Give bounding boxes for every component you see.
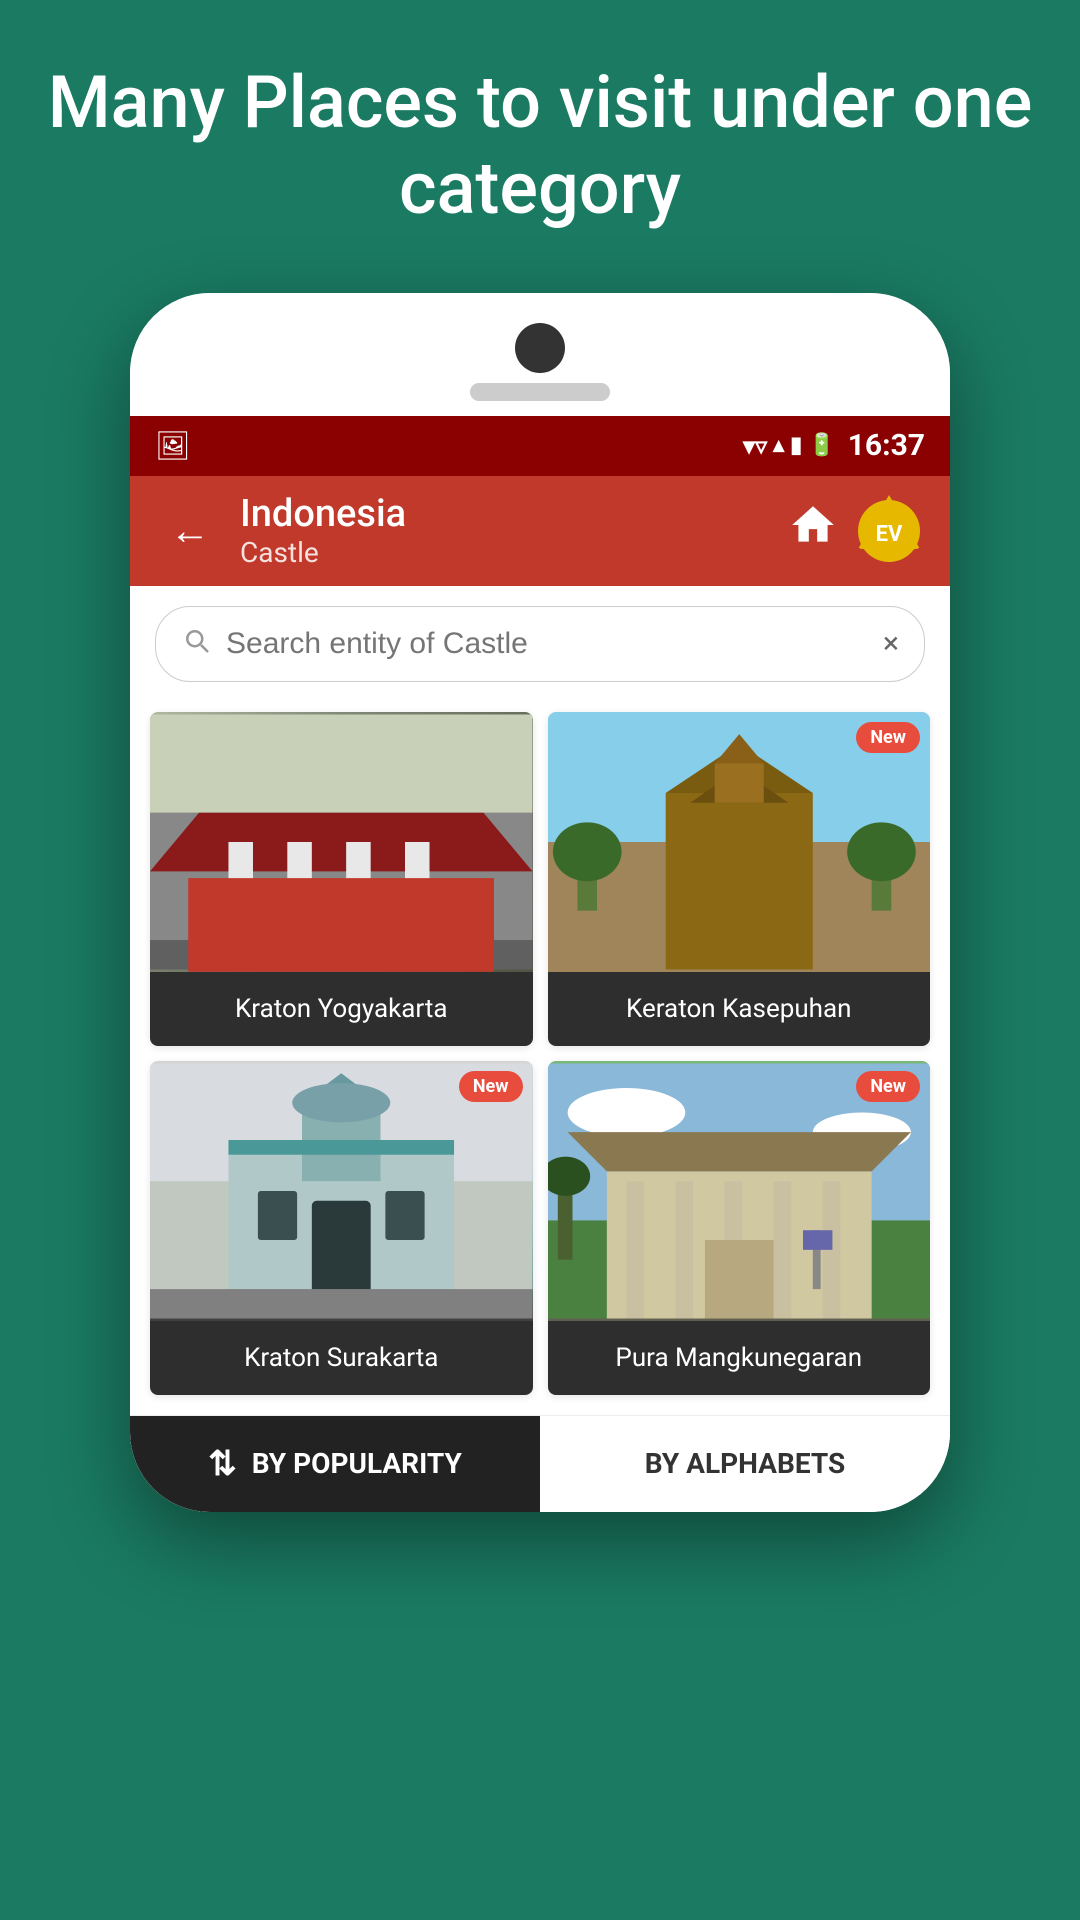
photo-icon: 🖼 <box>155 429 191 462</box>
page-title: Many Places to visit under one category <box>40 60 1040 233</box>
sort-by-popularity-label: BY POPULARITY <box>252 1447 462 1480</box>
signal-bars-icon: ▮ <box>790 433 802 458</box>
place-name-keraton-kasepuhan: Keraton Kasepuhan <box>548 972 931 1046</box>
toolbar-left: ← Indonesia Castle <box>160 492 406 569</box>
search-clear-button[interactable]: × <box>883 626 899 661</box>
places-grid: Kraton Yogyakarta New <box>130 702 950 1415</box>
phone-speaker <box>470 383 610 401</box>
place-name-pura-mangkunegaran: Pura Mangkunegaran <box>548 1321 931 1395</box>
toolbar-title-main: Indonesia <box>240 492 406 536</box>
wifi-icon: ▾▿ <box>743 432 767 460</box>
new-badge-pura-mangkunegaran: New <box>856 1071 920 1102</box>
toolbar-title: Indonesia Castle <box>240 492 406 569</box>
phone-camera <box>515 323 565 373</box>
new-badge-keraton-kasepuhan: New <box>856 722 920 753</box>
search-input[interactable] <box>226 627 868 661</box>
ev-logo-text: EV <box>876 522 903 547</box>
sort-by-alphabets-button[interactable]: BY ALPHABETS <box>540 1416 950 1512</box>
app-toolbar: ← Indonesia Castle EV <box>130 476 950 586</box>
place-card-kraton-surakarta[interactable]: New <box>150 1061 533 1395</box>
wifi-signal-icon: ▴ <box>773 433 784 458</box>
phone-mockup: 🖼 ▾▿ ▴ ▮ 🔋 16:37 ← Indonesia Castle <box>130 293 950 1512</box>
status-left: 🖼 <box>155 429 191 462</box>
toolbar-title-sub: Castle <box>240 536 406 569</box>
bottom-sort-bar: ⇅ BY POPULARITY BY ALPHABETS <box>130 1415 950 1512</box>
place-card-keraton-kasepuhan[interactable]: New <box>548 712 931 1046</box>
place-name-kraton-surakarta: Kraton Surakarta <box>150 1321 533 1395</box>
place-card-kraton-yogyakarta[interactable]: Kraton Yogyakarta <box>150 712 533 1046</box>
sort-by-alphabets-label: BY ALPHABETS <box>645 1447 846 1480</box>
page-header: Many Places to visit under one category <box>0 0 1080 273</box>
place-image-kraton-yogyakarta <box>150 712 533 972</box>
battery-icon: 🔋 <box>808 433 835 458</box>
status-right: ▾▿ ▴ ▮ 🔋 16:37 <box>743 428 925 463</box>
sort-by-popularity-button[interactable]: ⇅ BY POPULARITY <box>130 1416 540 1512</box>
phone-content: × <box>130 586 950 1512</box>
place-name-kraton-yogyakarta: Kraton Yogyakarta <box>150 972 533 1046</box>
place-card-pura-mangkunegaran[interactable]: New <box>548 1061 931 1395</box>
search-icon <box>181 625 211 663</box>
home-button[interactable] <box>788 500 838 561</box>
sort-icon: ⇅ <box>208 1444 237 1484</box>
search-bar: × <box>155 606 925 682</box>
status-time: 16:37 <box>848 428 925 463</box>
back-button[interactable]: ← <box>160 497 220 564</box>
search-bar-container: × <box>130 586 950 702</box>
status-bar: 🖼 ▾▿ ▴ ▮ 🔋 16:37 <box>130 416 950 476</box>
toolbar-right: EV <box>788 500 920 562</box>
connectivity-icons: ▾▿ ▴ ▮ 🔋 <box>743 432 836 460</box>
phone-top-decoration <box>130 293 950 416</box>
new-badge-kraton-surakarta: New <box>459 1071 523 1102</box>
ev-logo-button[interactable]: EV <box>858 500 920 562</box>
